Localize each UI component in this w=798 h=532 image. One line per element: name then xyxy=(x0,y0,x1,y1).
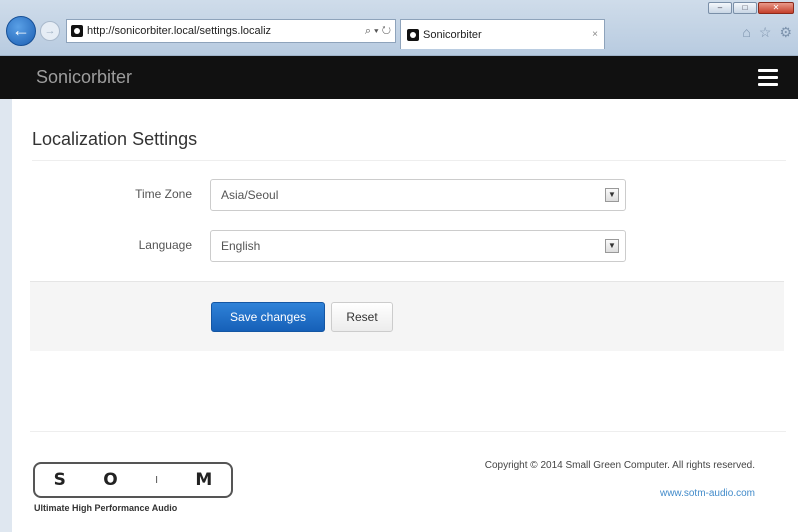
browser-tab[interactable]: Sonicorbiter × xyxy=(400,19,605,49)
tab-close-icon[interactable]: × xyxy=(592,29,598,40)
language-label: Language xyxy=(138,238,192,252)
language-value: English xyxy=(221,239,261,253)
title-divider xyxy=(32,160,786,161)
timezone-row: Time Zone Asia/Seoul ▼ xyxy=(12,179,798,211)
chevron-down-icon[interactable]: ▼ xyxy=(605,188,619,202)
timezone-select[interactable]: Asia/Seoul ▼ xyxy=(210,179,626,211)
page-content: Localization Settings Time Zone Asia/Seo… xyxy=(12,99,798,532)
forward-button[interactable]: → xyxy=(40,21,60,41)
tab-favicon-icon xyxy=(407,28,419,41)
navbar: Sonicorbiter xyxy=(0,56,798,99)
site-favicon-icon xyxy=(71,25,83,37)
window-controls: – □ ✕ xyxy=(708,2,794,14)
website-link[interactable]: www.sotm-audio.com xyxy=(660,488,755,499)
address-tools[interactable]: ⌕ ▾ ↻ xyxy=(365,25,391,38)
logo-tagline: Ultimate High Performance Audio xyxy=(34,503,178,513)
url-text[interactable]: http://sonicorbiter.local/settings.local… xyxy=(87,25,361,37)
tab-title: Sonicorbiter xyxy=(423,28,482,41)
back-button[interactable]: ← xyxy=(6,16,36,46)
minimize-button[interactable]: – xyxy=(708,2,732,14)
browser-toolbar-icons: ⌂ ☆ ⚙ xyxy=(742,24,792,41)
close-window-button[interactable]: ✕ xyxy=(758,2,794,14)
sotm-logo: S O I M xyxy=(33,462,233,498)
back-arrow-icon: ← xyxy=(12,20,30,40)
language-select[interactable]: English ▼ xyxy=(210,230,626,262)
navbar-brand[interactable]: Sonicorbiter xyxy=(36,67,132,88)
page-title: Localization Settings xyxy=(32,129,198,149)
language-row: Language English ▼ xyxy=(12,230,798,262)
forward-arrow-icon: → xyxy=(44,25,56,37)
footer-divider xyxy=(30,431,786,432)
form-actions: Save changes Reset xyxy=(30,281,784,351)
save-button[interactable]: Save changes xyxy=(211,302,325,332)
chevron-down-icon[interactable]: ▼ xyxy=(605,239,619,253)
address-bar[interactable]: http://sonicorbiter.local/settings.local… xyxy=(66,19,396,43)
reset-button[interactable]: Reset xyxy=(331,302,393,332)
copyright-text: Copyright © 2014 Small Green Computer. A… xyxy=(484,460,755,471)
browser-chrome: – □ ✕ ← → http://sonicorbiter.local/sett… xyxy=(0,0,798,56)
timezone-label: Time Zone xyxy=(135,187,192,201)
home-icon[interactable]: ⌂ xyxy=(742,24,750,41)
gear-icon[interactable]: ⚙ xyxy=(779,24,792,41)
maximize-button[interactable]: □ xyxy=(733,2,757,14)
timezone-value: Asia/Seoul xyxy=(221,188,279,202)
hamburger-menu-icon[interactable] xyxy=(758,69,778,86)
star-icon[interactable]: ☆ xyxy=(759,24,772,41)
